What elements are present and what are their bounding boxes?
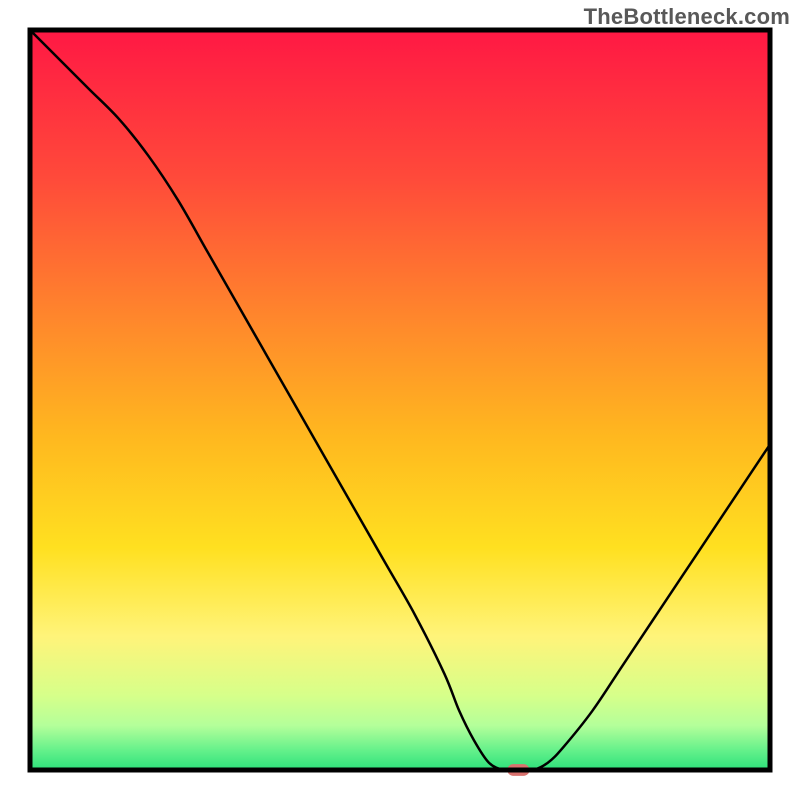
chart-svg bbox=[0, 0, 800, 800]
plot-background bbox=[30, 30, 770, 770]
bottleneck-chart: TheBottleneck.com bbox=[0, 0, 800, 800]
watermark-text: TheBottleneck.com bbox=[584, 4, 790, 30]
